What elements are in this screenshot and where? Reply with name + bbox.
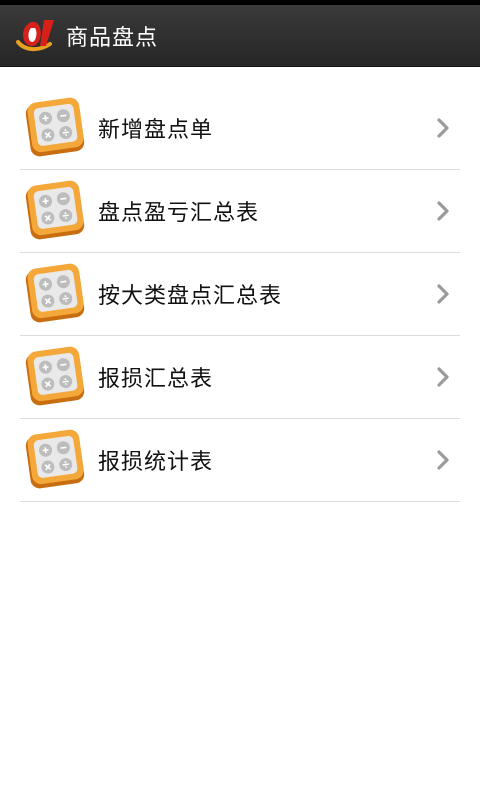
menu-list: 新增盘点单 盘点盈亏汇总表 按大类盘点汇总表 报损汇总表 报损统计表 — [0, 67, 480, 502]
menu-item-label: 按大类盘点汇总表 — [98, 284, 283, 309]
app-logo-icon — [16, 19, 54, 51]
chevron-right-icon — [437, 118, 449, 138]
chevron-right-icon — [437, 450, 449, 470]
menu-item-new-inventory[interactable]: 新增盘点单 — [20, 87, 460, 170]
calculator-icon — [25, 97, 85, 157]
calculator-icon — [25, 263, 85, 323]
calculator-icon — [25, 346, 85, 406]
page-title: 商品盘点 — [66, 25, 159, 51]
menu-item-profit-loss-summary[interactable]: 盘点盈亏汇总表 — [20, 170, 460, 253]
chevron-right-icon — [437, 201, 449, 221]
menu-item-label: 报损汇总表 — [98, 367, 214, 392]
menu-item-damage-summary[interactable]: 报损汇总表 — [20, 336, 460, 419]
menu-item-label: 盘点盈亏汇总表 — [98, 201, 260, 226]
calculator-icon — [25, 429, 85, 489]
menu-item-label: 新增盘点单 — [98, 118, 214, 143]
calculator-icon — [25, 180, 85, 240]
chevron-right-icon — [437, 284, 449, 304]
menu-item-category-summary[interactable]: 按大类盘点汇总表 — [20, 253, 460, 336]
menu-item-label: 报损统计表 — [98, 450, 214, 475]
chevron-right-icon — [437, 367, 449, 387]
titlebar: 商品盘点 — [0, 5, 480, 67]
menu-item-damage-statistics[interactable]: 报损统计表 — [20, 419, 460, 502]
